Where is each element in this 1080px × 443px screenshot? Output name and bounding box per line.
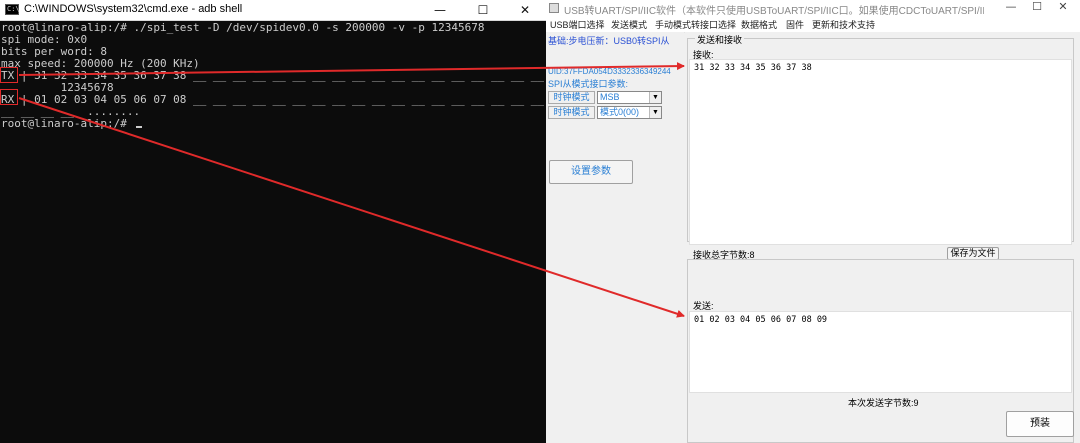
bit-order-value: MSB [600, 92, 620, 102]
cmd-maximize-button[interactable]: ☐ [463, 0, 503, 20]
app-titlebar[interactable]: USB转UART/SPI/IIC软件（本软件只使用USBToUART/SPI/I… [546, 0, 1080, 17]
menu-bar: USB端口选择 发送模式 手动模式转接口选择 数据格式 固件 更新和技术支持 [546, 16, 1080, 33]
menu-send-mode[interactable]: 发送模式 [611, 18, 647, 31]
menu-update-support[interactable]: 更新和技术支持 [812, 18, 875, 31]
cmd-titlebar[interactable]: C:\ C:\WINDOWS\system32\cmd.exe - adb sh… [0, 0, 546, 21]
app-window-controls: — ☐ ✕ [998, 0, 1076, 13]
chevron-down-icon[interactable]: ▼ [649, 92, 661, 103]
spi-params-heading: SPI从模式接口参数: [548, 79, 629, 89]
rx-highlight-box [0, 89, 18, 105]
cmd-minimize-button[interactable]: — [420, 0, 460, 20]
menu-data-format[interactable]: 数据格式 [741, 18, 777, 31]
cmd-window-title: C:\WINDOWS\system32\cmd.exe - adb shell [24, 3, 243, 15]
console-cursor [136, 126, 143, 128]
clock-mode-label: 时钟模式 [548, 91, 595, 104]
spi-mode-select[interactable]: 模式0(00) ▼ [597, 106, 662, 119]
usb-spi-app-window[interactable]: USB转UART/SPI/IIC软件（本软件只使用USBToUART/SPI/I… [546, 0, 1080, 443]
console-line-prompt: root@linaro-alip:/# [1, 117, 143, 130]
send-receive-panel: 发送和接收 接收: 31 32 33 34 35 36 37 38 接收总字节数… [685, 32, 1080, 443]
menu-firmware[interactable]: 固件 [786, 18, 804, 31]
cmd-app-icon: C:\ [5, 4, 20, 15]
send-byte-count: 本次发送字节数:9 [848, 398, 919, 408]
cmd-window[interactable]: C:\ C:\WINDOWS\system32\cmd.exe - adb sh… [0, 0, 546, 443]
spi-mode-value: 模式0(00) [600, 107, 640, 117]
menu-manual-mode[interactable]: 手动模式转接口选择 [655, 18, 736, 31]
spi-mode-label: 时钟模式 [548, 106, 595, 119]
tx-highlight-box [0, 67, 18, 83]
set-params-button[interactable]: 设置参数 [549, 160, 633, 184]
prompt-text: root@linaro-alip:/# [1, 117, 134, 130]
group-title: 发送和接收 [695, 33, 745, 46]
app-icon [549, 3, 559, 13]
device-uid: UID:37FFDA054D3332336349244 [548, 67, 671, 76]
app-window-title: USB转UART/SPI/IIC软件（本软件只使用USBToUART/SPI/I… [564, 6, 984, 17]
cmd-close-button[interactable]: ✕ [505, 0, 545, 20]
send-textbox[interactable]: 01 02 03 04 05 06 07 08 09 [689, 311, 1072, 393]
app-close-button[interactable]: ✕ [1050, 0, 1076, 13]
app-minimize-button[interactable]: — [998, 0, 1024, 13]
chevron-down-icon[interactable]: ▼ [649, 107, 661, 118]
menu-usb-port[interactable]: USB端口选择 [550, 18, 605, 31]
receive-textbox[interactable]: 31 32 33 34 35 36 37 38 [689, 59, 1072, 245]
cmd-console-output[interactable]: root@linaro-alip:/# ./spi_test -D /dev/s… [0, 21, 546, 443]
app-maximize-button[interactable]: ☐ [1024, 0, 1050, 13]
preload-button[interactable]: 预装 [1006, 411, 1074, 437]
left-config-panel: 基础:步电压新：USB0转SPI从 UID:37FFDA054D33323363… [546, 32, 684, 443]
connection-status: 基础:步电压新：USB0转SPI从 [548, 36, 670, 46]
bit-order-select[interactable]: MSB ▼ [597, 91, 662, 104]
